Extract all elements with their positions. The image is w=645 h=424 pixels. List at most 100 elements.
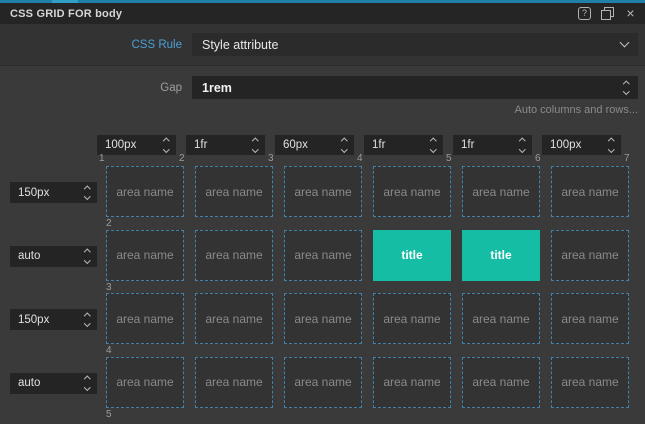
grid-area-cell[interactable]: area name <box>195 293 273 344</box>
column-track-input[interactable]: 1fr <box>453 135 532 155</box>
grid-area-cell[interactable]: area name <box>551 166 629 217</box>
stepper-up-icon[interactable] <box>83 312 91 319</box>
gap-input[interactable]: 1rem <box>192 76 638 99</box>
grid-area-cell-title[interactable]: title <box>373 229 451 281</box>
css-rule-row: CSS Rule Style attribute <box>0 24 645 66</box>
grid-area-cell[interactable]: area name <box>195 356 273 408</box>
grid-area-cell[interactable]: area name <box>373 166 451 217</box>
stepper-down-icon[interactable] <box>83 193 91 200</box>
stepper-down-icon[interactable] <box>607 145 615 152</box>
restore-window-icon[interactable] <box>601 7 614 20</box>
row-track-input[interactable]: auto <box>10 372 97 394</box>
column-line-number: 5 <box>446 153 452 164</box>
column-track-input-stepper[interactable] <box>516 138 528 152</box>
grid-area-cell[interactable]: area name <box>106 229 184 281</box>
grid-area-cell[interactable]: area name <box>106 166 184 217</box>
column-line-number: 6 <box>535 153 541 164</box>
column-track-input[interactable]: 60px <box>275 135 354 155</box>
gap-stepper[interactable] <box>620 80 632 95</box>
grid-area-cell[interactable]: area name <box>462 293 540 344</box>
css-rule-selected-value: Style attribute <box>202 37 279 52</box>
grid-area-cell[interactable]: area name <box>462 356 540 408</box>
column-track-input-stepper[interactable] <box>249 138 261 152</box>
row-track-input-value: 150px <box>18 186 50 199</box>
gap-row: Gap 1rem <box>0 76 645 99</box>
grid-area-cell[interactable]: area name <box>462 166 540 217</box>
row-track-input[interactable]: auto <box>10 245 97 267</box>
row-line-number: 3 <box>106 281 112 293</box>
css-rule-label: CSS Rule <box>131 38 183 51</box>
grid-area-cell[interactable]: area name <box>284 229 362 281</box>
row-track-input-stepper[interactable] <box>81 312 93 327</box>
grid-area-cell[interactable]: area name <box>284 166 362 217</box>
stepper-down-icon[interactable] <box>622 88 630 95</box>
stepper-down-icon[interactable] <box>340 145 348 152</box>
stepper-down-icon[interactable] <box>83 383 91 390</box>
column-track-input-value: 1fr <box>461 139 475 151</box>
row-line-number: 4 <box>106 345 112 356</box>
grid-area-cell[interactable]: area name <box>106 293 184 344</box>
grid-area-cell-title[interactable]: title <box>462 229 540 281</box>
grid-canvas: 100px 1fr 60px 1fr 1fr 100px 1 2 3 4 5 6 7 150px auto 1… <box>0 125 645 424</box>
stepper-up-icon[interactable] <box>83 185 91 192</box>
row-track-input[interactable]: 150px <box>10 309 97 330</box>
column-track-input[interactable]: 100px <box>97 135 176 155</box>
css-rule-select[interactable]: Style attribute <box>192 33 638 56</box>
row-track-input-stepper[interactable] <box>81 185 93 200</box>
column-track-input[interactable]: 100px <box>542 135 621 155</box>
stepper-down-icon[interactable] <box>83 320 91 327</box>
row-track-input-value: auto <box>18 377 41 389</box>
stepper-up-icon[interactable] <box>83 376 91 383</box>
stepper-up-icon[interactable] <box>429 138 437 145</box>
stepper-up-icon[interactable] <box>162 138 170 145</box>
grid-area-cell[interactable]: area name <box>373 293 451 344</box>
stepper-down-icon[interactable] <box>251 145 259 152</box>
column-track-input[interactable]: 1fr <box>364 135 443 155</box>
stepper-up-icon[interactable] <box>607 138 615 145</box>
auto-columns-hint[interactable]: Auto columns and rows... <box>0 104 638 116</box>
grid-area-cell[interactable]: area name <box>195 166 273 217</box>
row-track-input-value: 150px <box>18 313 50 326</box>
stepper-down-icon[interactable] <box>162 145 170 152</box>
row-track-input-stepper[interactable] <box>81 376 93 390</box>
grid-area-cell[interactable]: area name <box>106 356 184 408</box>
stepper-up-icon[interactable] <box>340 138 348 145</box>
row-line-number: 2 <box>106 218 112 229</box>
column-line-number: 3 <box>268 153 274 164</box>
stepper-up-icon[interactable] <box>518 138 526 145</box>
stepper-down-icon[interactable] <box>83 256 91 263</box>
column-track-input[interactable]: 1fr <box>186 135 265 155</box>
stepper-down-icon[interactable] <box>518 145 526 152</box>
close-icon[interactable]: × <box>624 6 637 20</box>
row-track-input-value: auto <box>18 250 41 262</box>
grid-area-cell[interactable]: area name <box>373 356 451 408</box>
column-track-input-stepper[interactable] <box>427 138 439 152</box>
stepper-up-icon[interactable] <box>251 138 259 145</box>
column-track-input-value: 1fr <box>372 139 386 151</box>
titlebar-icons: ? × <box>578 6 637 20</box>
column-track-input-stepper[interactable] <box>160 138 172 152</box>
grid-area-cell[interactable]: area name <box>195 229 273 281</box>
column-line-number: 1 <box>99 153 105 164</box>
grid-area-cell[interactable]: area name <box>284 293 362 344</box>
stepper-up-icon[interactable] <box>622 80 630 87</box>
grid-area-cell[interactable]: area name <box>551 293 629 344</box>
stepper-down-icon[interactable] <box>429 145 437 152</box>
column-track-input-stepper[interactable] <box>605 138 617 152</box>
stepper-up-icon[interactable] <box>83 249 91 256</box>
grid-area-cell[interactable]: area name <box>551 356 629 408</box>
column-track-input-value: 60px <box>283 139 308 151</box>
column-line-number: 2 <box>179 153 185 164</box>
row-track-input-stepper[interactable] <box>81 249 93 263</box>
chevron-down-icon <box>619 37 630 48</box>
help-icon[interactable]: ? <box>578 7 591 20</box>
grid-area-cell[interactable]: area name <box>284 356 362 408</box>
titlebar: CSS GRID FOR body ? × <box>0 3 645 24</box>
row-track-input[interactable]: 150px <box>10 182 97 203</box>
dialog-title: CSS GRID FOR body <box>10 7 123 20</box>
gap-value: 1rem <box>202 80 232 95</box>
column-track-input-stepper[interactable] <box>338 138 350 152</box>
column-line-number: 7 <box>624 153 630 164</box>
grid-area-cell[interactable]: area name <box>551 229 629 281</box>
row-line-number: 5 <box>106 408 112 420</box>
